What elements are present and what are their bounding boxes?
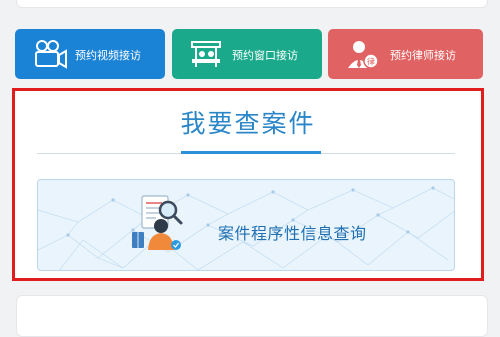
service-window-icon [190,38,224,70]
section-title: 我要查案件 [180,109,316,138]
case-procedure-query-card[interactable]: 案件程序性信息查询 [37,179,455,271]
magnifier-document-icon [126,192,192,258]
svg-text:律: 律 [367,57,375,67]
window-appointment-button[interactable]: 预约窗口接访 [172,29,322,79]
bottom-card [16,295,488,337]
title-accent-bar [181,151,321,154]
lawyer-icon: 律 [346,38,380,70]
window-appointment-label: 预约窗口接访 [232,49,298,62]
video-camera-icon [33,38,67,70]
case-query-section: 我要查案件 案件程序性信息查询 [12,88,484,281]
video-appointment-button[interactable]: 预约视频接访 [15,29,165,79]
lawyer-appointment-label: 预约律师接访 [390,49,456,62]
case-procedure-query-label: 案件程序性信息查询 [218,224,367,243]
video-appointment-label: 预约视频接访 [75,49,141,62]
top-card [16,0,488,8]
lawyer-appointment-button[interactable]: 律 预约律师接访 [328,29,483,79]
